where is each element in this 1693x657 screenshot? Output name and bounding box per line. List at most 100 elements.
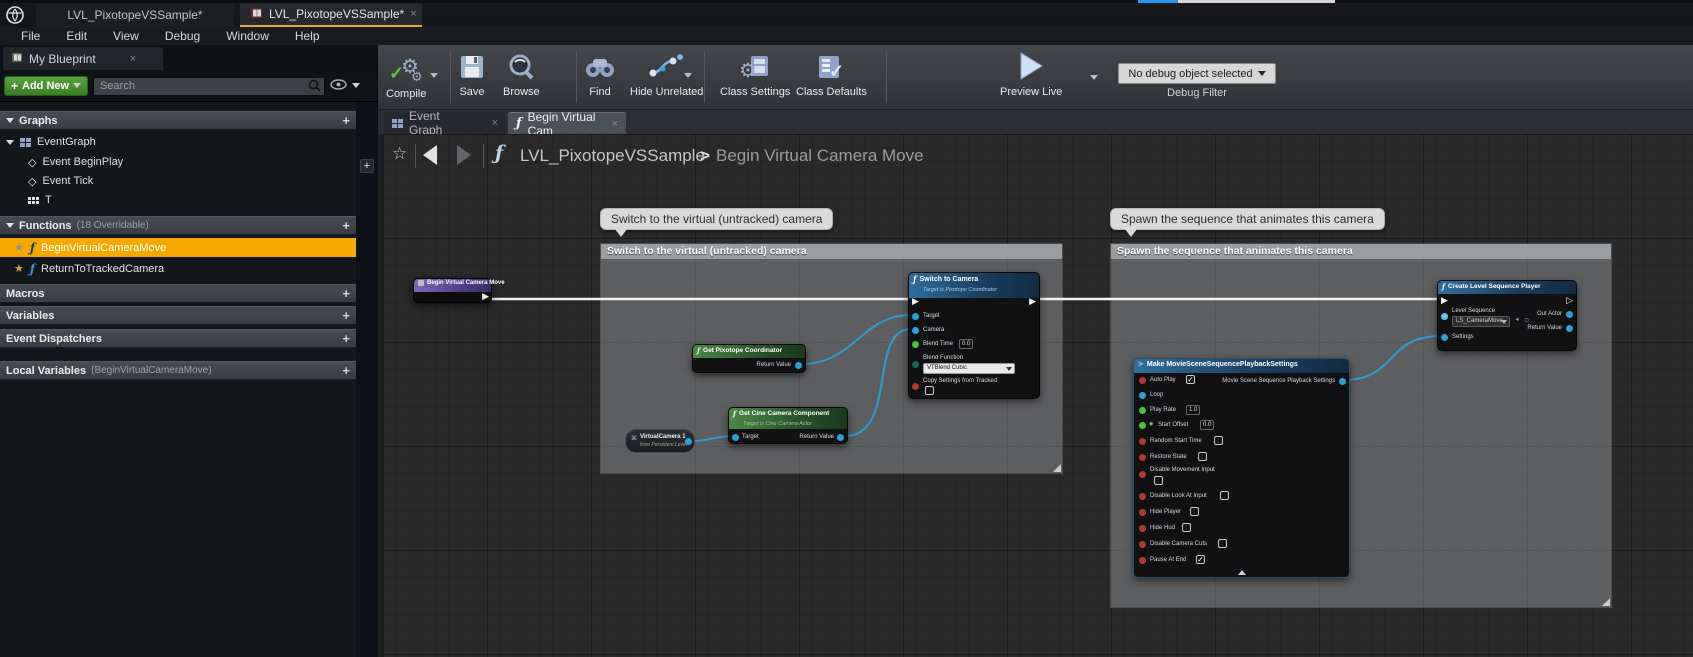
browse-asset-icon[interactable]: ⊙	[1524, 317, 1529, 324]
class-defaults-button[interactable]: ✓ Class Defaults	[796, 53, 867, 98]
blend-function-dropdown[interactable]: VTBlend Cubic	[923, 363, 1015, 374]
level-sequence-dropdown[interactable]: LS_CameraMove	[1452, 316, 1510, 327]
section-functions[interactable]: Functions (18 Overridable) +	[0, 216, 356, 235]
out-actor-pin[interactable]	[1566, 311, 1573, 318]
use-selected-arrow-icon[interactable]: ◄	[1514, 317, 1520, 323]
find-button[interactable]: Find	[584, 53, 616, 98]
node-virtual-camera-reference[interactable]: ⌘ VirtualCamera 1 from Persistent Level	[625, 429, 695, 453]
settings-output-pin[interactable]	[1339, 378, 1346, 385]
loop-pin[interactable]	[1139, 392, 1146, 399]
node-make-moviescene-playback-settings[interactable]: ≻ Make MovieSceneSequencePlaybackSetting…	[1133, 358, 1350, 578]
blend-time-pin[interactable]	[912, 341, 919, 348]
add-new-button[interactable]: + Add New	[4, 76, 88, 96]
breadcrumb-root[interactable]: LVL_PixotopeVSSample	[520, 146, 705, 166]
disable-camera-cuts-checkbox[interactable]	[1218, 539, 1227, 548]
node-create-level-sequence-player[interactable]: ƒ Create Level Sequence Player ▶ ▷ Level…	[1437, 280, 1577, 351]
auto-play-checkbox[interactable]: ✓	[1186, 375, 1195, 384]
section-event-dispatchers[interactable]: Event Dispatchers +	[0, 329, 356, 348]
debug-object-dropdown[interactable]: No debug object selected	[1118, 63, 1276, 84]
pause-at-end-pin[interactable]	[1139, 557, 1146, 564]
node-begin-virtual-camera-move[interactable]: Begin Virtual Camera Move ▶	[413, 278, 492, 303]
disable-camera-cuts-pin[interactable]	[1139, 541, 1146, 548]
disable-movement-input-pin[interactable]	[1139, 471, 1146, 478]
hide-player-pin[interactable]	[1139, 509, 1146, 516]
asset-tab-active[interactable]: LVL_PixotopeVSSample* ×	[240, 3, 422, 27]
disable-look-at-input-checkbox[interactable]	[1220, 491, 1229, 500]
random-start-time-checkbox[interactable]	[1214, 436, 1223, 445]
tab-my-blueprint[interactable]: My Blueprint ×	[3, 47, 163, 70]
hide-hud-pin[interactable]	[1139, 525, 1146, 532]
tree-item-t[interactable]: T	[0, 191, 356, 209]
favorite-star-icon[interactable]: ★	[14, 241, 24, 254]
add-function-button[interactable]: +	[342, 218, 350, 233]
section-variables[interactable]: Variables +	[0, 306, 356, 325]
menu-help[interactable]: Help	[282, 27, 333, 45]
collapse-arrow-icon[interactable]	[1238, 570, 1246, 575]
hide-hud-checkbox[interactable]	[1182, 523, 1191, 532]
play-rate-pin[interactable]	[1139, 407, 1146, 414]
node-get-pixotope-coordinator[interactable]: ƒ Get Pixotope Coordinator Return Value	[692, 344, 806, 373]
favorite-star-icon[interactable]: ★	[14, 262, 24, 275]
close-icon[interactable]: ×	[130, 53, 136, 65]
browse-button[interactable]: Browse	[503, 53, 540, 98]
panel-scroll-gutter[interactable]: +	[356, 102, 378, 657]
add-variable-button[interactable]: +	[342, 308, 350, 323]
blend-time-field[interactable]: 0.0	[959, 339, 973, 349]
menu-edit[interactable]: Edit	[53, 27, 100, 45]
add-local-variable-button[interactable]: +	[342, 363, 350, 378]
tree-item-event-beginplay[interactable]: ◇ Event BeginPlay	[0, 153, 356, 171]
menu-file[interactable]: File	[8, 27, 53, 45]
return-value-pin[interactable]	[795, 362, 802, 369]
exec-out-pin[interactable]: ▷	[1566, 296, 1573, 305]
asset-tab-inactive[interactable]: LVL_PixotopeVSSample*	[36, 3, 234, 27]
add-macro-button[interactable]: +	[342, 286, 350, 301]
visibility-eye-icon[interactable]	[330, 77, 347, 95]
hide-unrelated-options-chevron-icon[interactable]	[684, 73, 692, 78]
pause-at-end-checkbox[interactable]: ✓	[1196, 555, 1205, 564]
copy-settings-pin[interactable]	[912, 383, 919, 390]
favorite-star-icon[interactable]: ☆	[392, 144, 407, 164]
blend-function-pin[interactable]	[912, 361, 919, 368]
copy-settings-checkbox[interactable]	[925, 386, 934, 395]
close-icon[interactable]: ×	[612, 118, 618, 130]
resize-handle[interactable]	[1602, 598, 1610, 606]
preview-live-button[interactable]: Preview Live	[1000, 51, 1062, 98]
comment-header[interactable]: Switch to the virtual (untracked) camera	[601, 244, 1062, 259]
node-get-cine-camera-component[interactable]: ƒ Get Cine Camera Component Target is Ci…	[728, 407, 848, 444]
exec-in-pin[interactable]: ▶	[1441, 296, 1448, 305]
tab-event-graph[interactable]: Event Graph ×	[384, 112, 506, 134]
tree-item-beginvirtualcameramove[interactable]: ★ ƒ BeginVirtualCameraMove	[0, 238, 356, 257]
comment-header[interactable]: Spawn the sequence that animates this ca…	[1111, 244, 1611, 259]
section-macros[interactable]: Macros +	[0, 284, 356, 303]
tab-begin-virtual-camera[interactable]: ƒ Begin Virtual Cam ×	[508, 112, 626, 134]
section-graphs[interactable]: Graphs +	[0, 111, 356, 130]
close-icon[interactable]: ×	[492, 117, 498, 129]
compile-button[interactable]: ⚙⚙✓ Compile	[386, 53, 426, 100]
exec-out-pin[interactable]: ▶	[1029, 297, 1036, 306]
nav-back-icon[interactable]	[423, 145, 437, 165]
start-offset-field[interactable]: 0.0	[1200, 420, 1214, 430]
node-switch-to-camera[interactable]: ƒ Switch to Camera Target is Pixotope Co…	[908, 272, 1040, 399]
tree-item-returntotrackedcamera[interactable]: ★ ƒ ReturnToTrackedCamera	[0, 259, 356, 278]
search-input[interactable]	[93, 77, 325, 96]
tree-item-eventgraph[interactable]: EventGraph	[0, 133, 356, 151]
start-offset-pin[interactable]	[1139, 422, 1146, 429]
disable-look-at-input-pin[interactable]	[1139, 493, 1146, 500]
add-dispatcher-button[interactable]: +	[342, 331, 350, 346]
tree-item-event-tick[interactable]: ◇ Event Tick	[0, 172, 356, 190]
return-value-pin[interactable]	[1566, 325, 1573, 332]
gutter-plus-button[interactable]: +	[360, 159, 374, 173]
hide-unrelated-button[interactable]: Hide Unrelated	[630, 53, 703, 98]
hide-player-checkbox[interactable]	[1190, 507, 1199, 516]
camera-pin[interactable]	[912, 327, 919, 334]
restore-state-checkbox[interactable]	[1198, 452, 1207, 461]
return-value-pin[interactable]	[837, 434, 844, 441]
save-button[interactable]: Save	[458, 53, 486, 98]
menu-view[interactable]: View	[100, 27, 152, 45]
random-start-time-pin[interactable]	[1139, 438, 1146, 445]
level-sequence-pin[interactable]	[1441, 313, 1448, 320]
restore-state-pin[interactable]	[1139, 454, 1146, 461]
menu-window[interactable]: Window	[213, 27, 282, 45]
class-settings-button[interactable]: ⚙ Class Settings	[720, 53, 790, 98]
resize-handle[interactable]	[1053, 464, 1061, 472]
